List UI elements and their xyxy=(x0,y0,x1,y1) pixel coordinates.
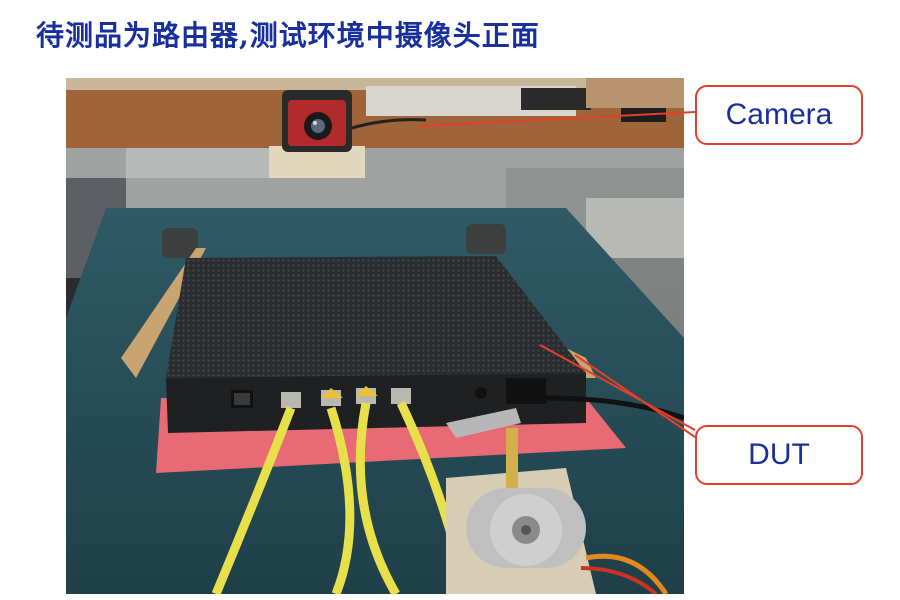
test-setup-photo xyxy=(66,78,684,594)
camera-callout: Camera xyxy=(695,85,863,145)
slide-title: 待测品为路由器,测试环境中摄像头正面 xyxy=(36,19,540,52)
dut-callout: DUT xyxy=(695,425,863,485)
right-clamp xyxy=(466,224,506,254)
